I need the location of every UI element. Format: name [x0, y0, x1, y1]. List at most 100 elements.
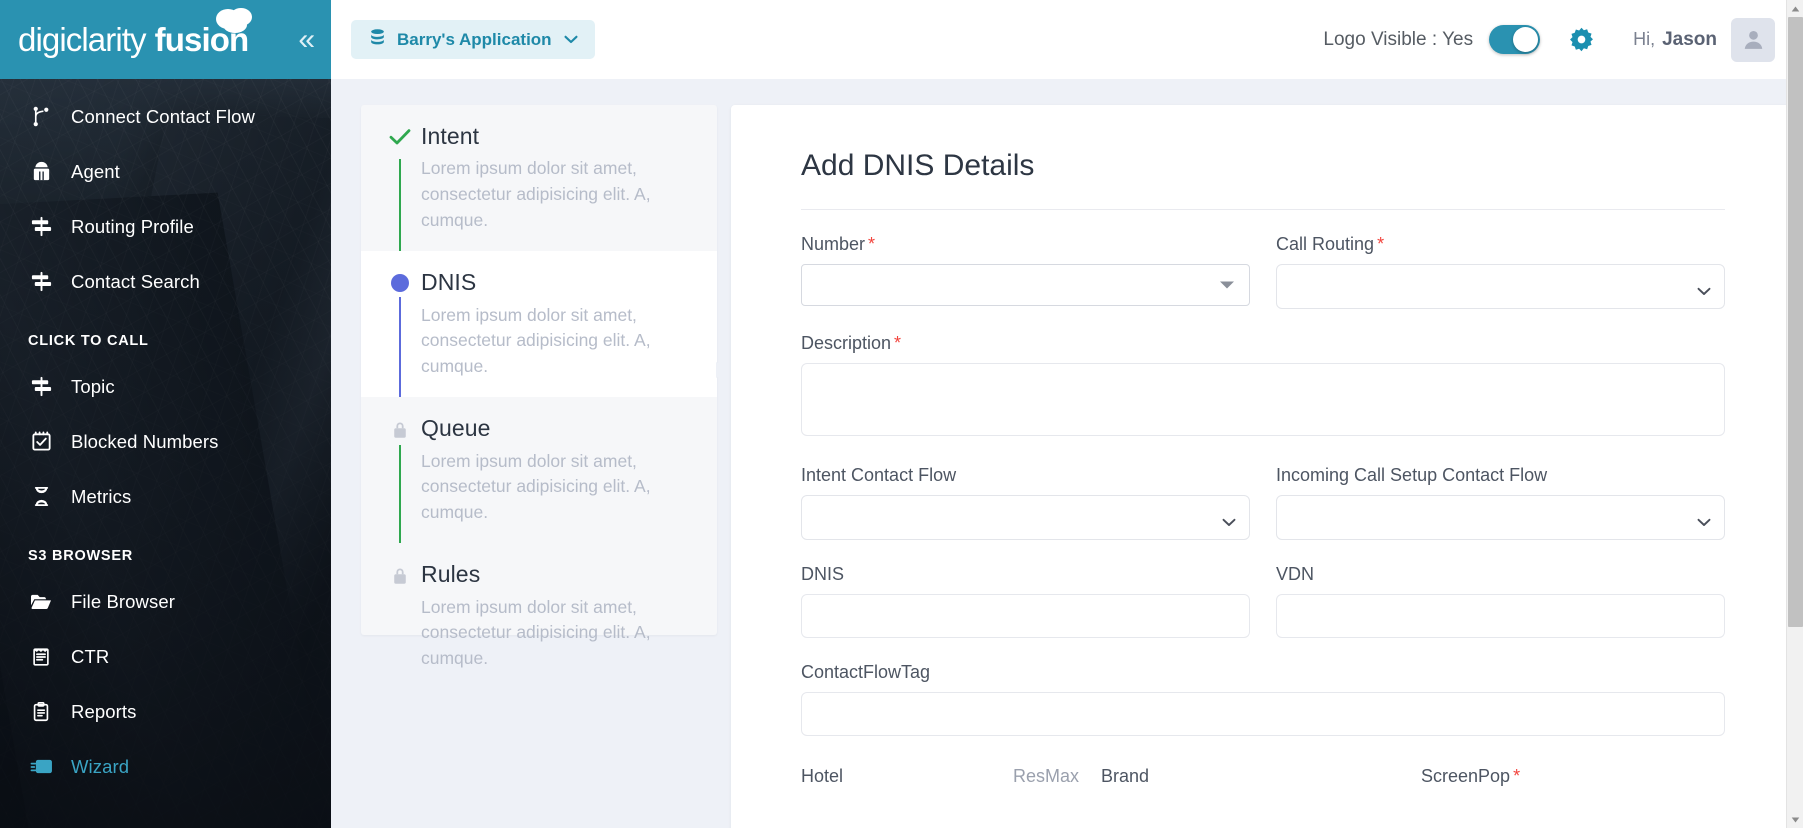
brand-label: Brand [1101, 766, 1150, 786]
contact-flow-tag-input[interactable] [801, 692, 1725, 736]
envelope-send-icon [26, 754, 56, 780]
step-description: Lorem ipsum dolor sit amet, consectetur … [421, 596, 651, 668]
sidebar-item-routing-profile[interactable]: Routing Profile [0, 199, 331, 254]
app-root: digiclarity fusion « Connect Contact Flo… [0, 0, 1803, 828]
agent-icon [26, 159, 56, 185]
greeting-text: Hi, [1633, 29, 1656, 49]
wizard-step-intent[interactable]: Intent Lorem ipsum dolor sit amet, conse… [361, 105, 717, 252]
top-bar: Barry's Application Logo Visible : Yes H… [331, 0, 1803, 79]
sidebar-item-label: CTR [71, 645, 110, 667]
step-rail [379, 123, 421, 252]
signpost-icon [26, 374, 56, 400]
description-textarea[interactable] [801, 363, 1725, 436]
page-title: Add DNIS Details [801, 149, 1035, 182]
hotel-label: Hotel [801, 766, 844, 786]
application-selector[interactable]: Barry's Application [351, 20, 595, 59]
lock-icon [391, 420, 409, 525]
scrollbar-thumb[interactable] [1788, 17, 1803, 627]
step-description: Lorem ipsum dolor sit amet, consectetur … [421, 450, 651, 522]
sidebar-item-blocked-numbers[interactable]: Blocked Numbers [0, 414, 331, 469]
number-select[interactable] [801, 264, 1250, 306]
receipt-icon [26, 644, 56, 670]
dot-icon [391, 274, 409, 379]
content-area: Intent Lorem ipsum dolor sit amet, conse… [331, 79, 1803, 828]
sidebar-item-ctr[interactable]: CTR [0, 629, 331, 684]
sidebar-item-metrics[interactable]: Metrics [0, 469, 331, 524]
clipboard-icon [26, 699, 56, 725]
signpost-icon [26, 269, 56, 295]
sidebar-item-label: Agent [71, 160, 120, 182]
toggle-knob [1513, 27, 1539, 52]
field-label: DNIS [801, 564, 845, 584]
sidebar-item-wizard[interactable]: Wizard [0, 739, 331, 794]
gear-icon[interactable] [1568, 26, 1595, 53]
sidebar-item-file-browser[interactable]: File Browser [0, 574, 331, 629]
caret-down-icon [1220, 281, 1234, 289]
top-bar-right: Logo Visible : Yes Hi, Jason [1323, 17, 1775, 62]
step-body: Queue Lorem ipsum dolor sit amet, consec… [421, 415, 697, 525]
step-body: Intent Lorem ipsum dolor sit amet, conse… [421, 123, 697, 233]
username-text: Jason [1662, 28, 1717, 50]
field-label: Number * [801, 234, 876, 254]
sidebar-section-click-to-call: CLICK TO CALL [28, 333, 149, 349]
logo-visible-label: Logo Visible : Yes [1323, 28, 1474, 50]
sidebar-collapse-button[interactable]: « [298, 24, 315, 55]
dnis-input[interactable] [801, 594, 1250, 638]
sidebar-item-reports[interactable]: Reports [0, 684, 331, 739]
required-marker: * [868, 234, 876, 254]
step-rail [379, 269, 421, 398]
folder-icon [26, 589, 56, 615]
form-row-contact-flows: Intent Contact Flow Incoming Call Setup … [775, 465, 1751, 540]
wizard-step-dnis[interactable]: DNIS Lorem ipsum dolor sit amet, consect… [361, 251, 717, 398]
page-scrollbar[interactable] [1786, 0, 1803, 828]
wizard-step-queue[interactable]: Queue Lorem ipsum dolor sit amet, consec… [361, 397, 717, 544]
sidebar-item-connect-contact-flow[interactable]: Connect Contact Flow [0, 89, 331, 144]
wizard-step-rules[interactable]: Rules Lorem ipsum dolor sit amet, consec… [361, 543, 717, 689]
sidebar-item-label: Routing Profile [71, 215, 194, 237]
sidebar-item-agent[interactable]: Agent [0, 144, 331, 199]
brand-bar: digiclarity fusion « [0, 0, 331, 79]
step-description: Lorem ipsum dolor sit amet, consectetur … [421, 158, 651, 230]
required-marker: * [1377, 234, 1385, 254]
vdn-input[interactable] [1276, 594, 1725, 638]
incoming-call-setup-contact-flow-select[interactable] [1276, 495, 1725, 540]
form-row-number-callrouting: Number * Call Routing * [775, 234, 1751, 309]
steps-panel-handle[interactable] [716, 340, 730, 400]
scrollbar-down-arrow[interactable] [1787, 811, 1803, 828]
lock-icon [391, 566, 409, 671]
scrollbar-up-arrow[interactable] [1787, 0, 1803, 17]
call-routing-select[interactable] [1276, 264, 1725, 309]
step-title: Intent [421, 123, 480, 149]
required-marker: * [894, 333, 902, 353]
step-rail [379, 561, 421, 671]
step-rail [379, 415, 421, 544]
field-label: ContactFlowTag [801, 662, 931, 682]
field-incoming-call-setup-contact-flow: Incoming Call Setup Contact Flow [1276, 465, 1725, 540]
field-intent-contact-flow: Intent Contact Flow [801, 465, 1250, 540]
wizard-steps-panel: Intent Lorem ipsum dolor sit amet, conse… [361, 105, 729, 668]
field-contact-flow-tag: ContactFlowTag [801, 662, 1725, 736]
app-logo[interactable]: digiclarity fusion [18, 7, 253, 59]
logo-text-thin: digiclarity [18, 20, 147, 58]
logo-visible-toggle[interactable] [1489, 25, 1541, 54]
step-body: Rules Lorem ipsum dolor sit amet, consec… [421, 561, 697, 671]
intent-contact-flow-select[interactable] [801, 495, 1250, 540]
sidebar-item-label: Wizard [71, 755, 130, 777]
field-label: Intent Contact Flow [801, 465, 957, 485]
avatar[interactable] [1731, 17, 1775, 62]
field-label: Description * [801, 333, 902, 353]
sidebar-item-contact-search[interactable]: Contact Search [0, 254, 331, 309]
checked-note-icon [26, 429, 56, 455]
sidebar-item-label: Metrics [71, 485, 132, 507]
sidebar-item-label: Topic [71, 375, 115, 397]
sidebar-item-label: Contact Search [71, 270, 200, 292]
sidebar-item-topic[interactable]: Topic [0, 359, 331, 414]
form-row-hotel-brand-screenpop: Hotel ResMax Brand ScreenPop * [775, 766, 1751, 787]
resmax-value: ResMax [1013, 766, 1080, 786]
field-dnis: DNIS [801, 564, 1250, 638]
chevron-down-icon [564, 32, 578, 47]
check-icon [389, 128, 411, 233]
field-label: Incoming Call Setup Contact Flow [1276, 465, 1548, 485]
form-row-description: Description * [775, 333, 1751, 441]
step-title: Rules [421, 561, 481, 588]
